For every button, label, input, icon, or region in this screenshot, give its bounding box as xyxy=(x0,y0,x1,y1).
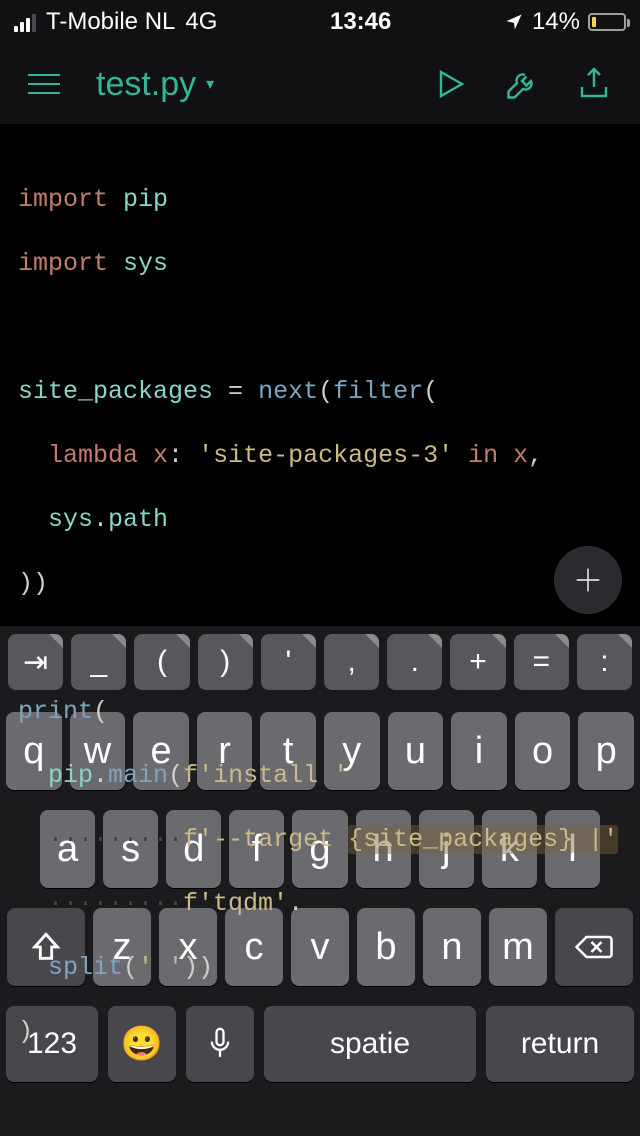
code-line: ·········f'tqdm'. xyxy=(18,888,622,920)
run-button[interactable] xyxy=(432,66,468,102)
accessory-key-colon[interactable]: : xyxy=(577,634,632,690)
code-line: import pip xyxy=(18,184,622,216)
app-header: test.py ▾ xyxy=(0,44,640,124)
code-line: ) xyxy=(18,1016,622,1048)
code-line xyxy=(18,312,622,344)
clock: 13:46 xyxy=(217,8,504,36)
accessory-key-quote[interactable]: ' xyxy=(261,634,316,690)
hamburger-icon xyxy=(28,74,60,94)
accessory-key-dot[interactable]: . xyxy=(387,634,442,690)
play-icon xyxy=(432,66,468,102)
file-title-button[interactable]: test.py ▾ xyxy=(96,65,214,104)
accessory-key-comma[interactable]: , xyxy=(324,634,379,690)
wrench-icon xyxy=(504,66,540,102)
network-label: 4G xyxy=(185,8,217,36)
code-line: ·········f'--target {site_packages} |' xyxy=(18,824,622,856)
signal-icon xyxy=(14,12,36,32)
code-line: import sys xyxy=(18,248,622,280)
accessory-key-tab[interactable]: ⇥ xyxy=(8,634,63,690)
code-line: sys.path xyxy=(18,504,622,536)
file-title-label: test.py xyxy=(96,65,196,104)
tools-button[interactable] xyxy=(504,66,540,102)
dropdown-icon: ▾ xyxy=(206,74,214,94)
code-line: pip.main(f'install ' xyxy=(18,760,622,792)
accessory-key-rparen[interactable]: ) xyxy=(198,634,253,690)
share-button[interactable] xyxy=(576,66,612,102)
accessory-key-lparen[interactable]: ( xyxy=(134,634,189,690)
menu-button[interactable] xyxy=(28,74,60,94)
accessory-key-equals[interactable]: = xyxy=(514,634,569,690)
code-line: site_packages = next(filter( xyxy=(18,376,622,408)
location-icon xyxy=(504,12,524,32)
accessory-key-plus[interactable]: + xyxy=(450,634,505,690)
code-line: lambda x: 'site-packages-3' in x, xyxy=(18,440,622,472)
plus-icon xyxy=(571,563,605,597)
code-line: split(' ')) xyxy=(18,952,622,984)
status-bar: T-Mobile NL 4G 13:46 14% xyxy=(0,0,640,44)
code-editor[interactable]: import pip import sys site_packages = ne… xyxy=(0,124,640,626)
carrier-label: T-Mobile NL xyxy=(46,8,175,36)
code-line: )) xyxy=(18,568,622,600)
code-line: print( xyxy=(18,696,622,728)
add-button[interactable] xyxy=(554,546,622,614)
battery-icon xyxy=(588,13,626,31)
accessory-key-underscore[interactable]: _ xyxy=(71,634,126,690)
share-icon xyxy=(576,66,612,102)
battery-pct: 14% xyxy=(532,8,580,36)
